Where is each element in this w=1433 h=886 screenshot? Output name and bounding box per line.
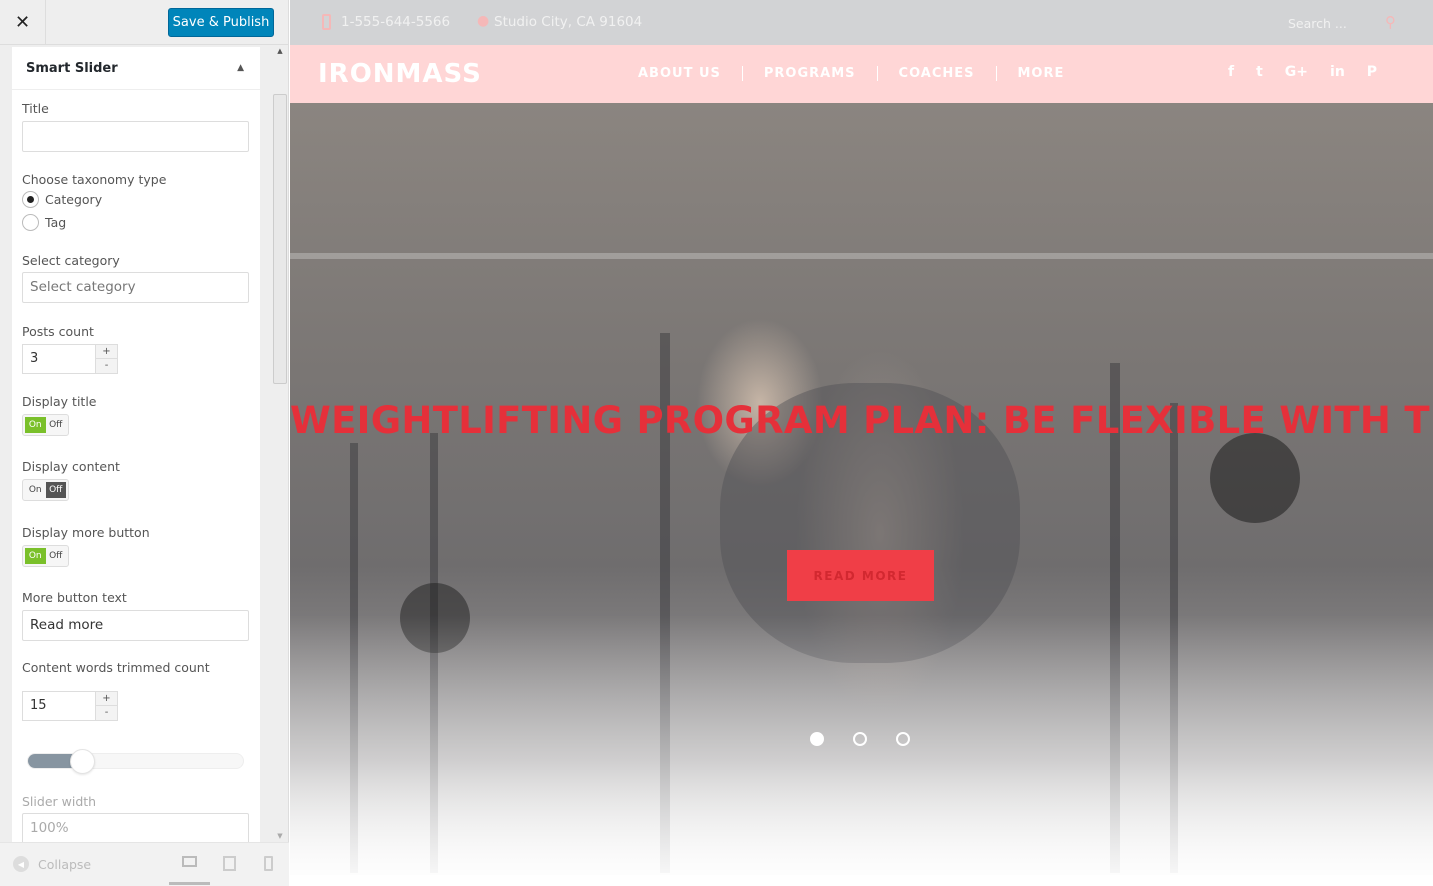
posts-count-label: Posts count — [22, 324, 94, 339]
site-preview: 1-555-644-5566 ● Studio City, CA 91604 S… — [290, 0, 1433, 886]
posts-count-stepper[interactable]: 3 + - — [22, 344, 118, 374]
nav-about-us[interactable]: ABOUT US — [638, 66, 743, 81]
collapse-label: Collapse — [38, 856, 92, 872]
slider-dot-1[interactable] — [810, 732, 824, 746]
linkedin-icon[interactable]: in — [1330, 64, 1345, 80]
customizer-footer: ◀ Collapse — [0, 842, 289, 886]
stepper-buttons[interactable]: + - — [95, 692, 117, 720]
phone-number[interactable]: 1-555-644-5566 — [341, 14, 450, 30]
toggle-off[interactable]: Off — [46, 548, 67, 564]
more-text-label: More button text — [22, 590, 127, 605]
search-icon[interactable]: ⚲ — [1385, 13, 1396, 31]
save-publish-button[interactable]: Save & Publish — [168, 8, 274, 37]
customizer-sidebar: ✕ Save & Publish Smart Slider ▲ Title Cho… — [0, 0, 289, 886]
widget-title: Smart Slider — [26, 60, 118, 76]
radio-unchecked-icon — [22, 214, 39, 231]
radio-label: Tag — [45, 215, 67, 230]
toggle-on[interactable]: On — [25, 417, 46, 433]
tablet-preview-icon[interactable] — [223, 856, 236, 871]
taxonomy-label: Choose taxonomy type — [22, 172, 167, 187]
collapse-icon: ◀ — [13, 856, 29, 872]
radio-tag[interactable]: Tag — [22, 214, 66, 231]
desktop-preview-icon[interactable] — [182, 856, 197, 867]
title-input[interactable] — [22, 121, 249, 152]
display-title-toggle[interactable]: On Off — [22, 414, 69, 436]
range-slider[interactable] — [27, 749, 244, 774]
facebook-icon[interactable]: f — [1228, 64, 1234, 80]
trim-count-stepper[interactable]: 15 + - — [22, 691, 118, 721]
toggle-off[interactable]: Off — [46, 417, 67, 433]
more-text-input[interactable]: Read more — [22, 610, 249, 641]
location-pin-icon: ● — [477, 13, 490, 29]
increment-button[interactable]: + — [96, 692, 117, 706]
widget-header[interactable]: Smart Slider ▲ — [12, 47, 260, 90]
stepper-buttons[interactable]: + - — [95, 345, 117, 373]
slider-dot-3[interactable] — [896, 732, 910, 746]
slide-headline[interactable]: WEIGHTLIFTING PROGRAM PLAN: BE FLEXIBLE … — [290, 399, 1433, 442]
radio-checked-icon — [22, 191, 39, 208]
scroll-down-icon[interactable]: ▼ — [273, 832, 287, 840]
toggle-on[interactable]: On — [25, 482, 46, 498]
slider-width-label: Slider width — [22, 794, 97, 809]
main-nav: IRONMASS ABOUT US PROGRAMS COACHES MORE … — [290, 45, 1433, 103]
hero-slider: WEIGHTLIFTING PROGRAM PLAN: BE FLEXIBLE … — [290, 103, 1433, 875]
close-icon[interactable]: ✕ — [0, 0, 46, 44]
nav-more[interactable]: MORE — [997, 66, 1086, 81]
trim-count-value: 15 — [30, 698, 47, 713]
nav-programs[interactable]: PROGRAMS — [743, 66, 878, 81]
toggle-off[interactable]: Off — [45, 482, 66, 498]
nav-coaches[interactable]: COACHES — [878, 66, 997, 81]
google-plus-icon[interactable]: G+ — [1285, 64, 1308, 80]
search-input[interactable]: Search ... — [1288, 16, 1347, 31]
pinterest-icon[interactable]: P — [1367, 64, 1377, 80]
customizer-header: ✕ Save & Publish — [0, 0, 288, 45]
display-content-toggle[interactable]: On Off — [22, 479, 69, 501]
collapse-arrow-icon[interactable]: ▲ — [237, 63, 244, 73]
posts-count-value: 3 — [30, 351, 39, 366]
display-content-label: Display content — [22, 459, 120, 474]
title-label: Title — [22, 101, 49, 116]
decrement-button[interactable]: - — [96, 359, 117, 372]
slider-dot-2[interactable] — [853, 732, 867, 746]
scroll-up-icon[interactable]: ▲ — [273, 47, 287, 55]
slider-width-input[interactable]: 100% — [22, 813, 249, 842]
display-more-toggle[interactable]: On Off — [22, 545, 69, 567]
active-device-indicator — [169, 882, 210, 885]
top-info-bar: 1-555-644-5566 ● Studio City, CA 91604 S… — [290, 0, 1433, 45]
phone-icon — [322, 14, 331, 30]
scrollbar-thumb[interactable] — [273, 94, 287, 384]
trim-count-label: Content words trimmed count — [22, 660, 210, 675]
slider-handle[interactable] — [70, 749, 96, 774]
collapse-button[interactable]: ◀ Collapse — [13, 856, 91, 872]
widget-panel: Smart Slider ▲ Title Choose taxonomy type… — [12, 47, 260, 842]
read-more-button[interactable]: READ MORE — [787, 550, 934, 601]
panel-scrollbar[interactable]: ▲ ▼ — [273, 47, 287, 842]
mobile-preview-icon[interactable] — [264, 856, 273, 871]
twitter-icon[interactable]: t — [1256, 64, 1263, 80]
display-more-label: Display more button — [22, 525, 150, 540]
radio-category[interactable]: Category — [22, 191, 102, 208]
category-label: Select category — [22, 253, 120, 268]
address: Studio City, CA 91604 — [494, 14, 643, 30]
radio-label: Category — [45, 192, 103, 207]
site-logo[interactable]: IRONMASS — [318, 59, 482, 89]
decrement-button[interactable]: - — [96, 706, 117, 719]
toggle-on[interactable]: On — [25, 548, 46, 564]
display-title-label: Display title — [22, 394, 97, 409]
increment-button[interactable]: + — [96, 345, 117, 359]
category-select[interactable]: Select category — [22, 272, 249, 303]
